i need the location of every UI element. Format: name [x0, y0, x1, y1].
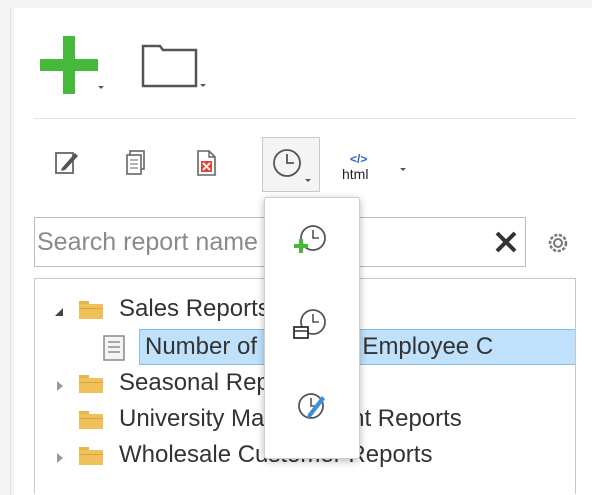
new-report-button[interactable] [40, 36, 104, 94]
delete-icon [197, 150, 216, 176]
edit-report-button[interactable] [52, 148, 82, 178]
left-edge [10, 8, 11, 495]
html-export-icon: </> [350, 152, 368, 166]
toolbar-divider [34, 118, 576, 119]
edit-schedule-icon [298, 393, 325, 419]
html-export-label: html [342, 166, 369, 182]
search-input[interactable] [37, 218, 467, 266]
chevron-down-icon [98, 86, 104, 89]
add-schedule-icon [294, 225, 326, 253]
delete-schedule-icon [293, 309, 326, 339]
folder-icon [79, 301, 103, 319]
gear-icon [548, 233, 568, 253]
expand-toggle-icon[interactable] [57, 381, 63, 391]
schedule-icon [273, 149, 311, 182]
search-settings-button[interactable] [543, 228, 573, 258]
chevron-down-icon [400, 168, 406, 171]
edit-schedule-menu-item[interactable] [287, 384, 335, 432]
edit-icon [55, 152, 78, 174]
report-icon [103, 335, 125, 361]
copy-report-button[interactable] [122, 148, 152, 178]
tree-item-label: Sales Reports [119, 295, 270, 322]
new-folder-button[interactable] [140, 40, 206, 92]
schedule-menu [264, 197, 360, 459]
add-schedule-menu-item[interactable] [287, 218, 335, 266]
folder-icon [79, 375, 103, 393]
folder-icon [79, 411, 103, 429]
copy-icon [126, 150, 145, 175]
folder-outline-icon [141, 44, 198, 88]
delete-report-button[interactable] [192, 148, 222, 178]
expand-toggle-icon[interactable] [57, 453, 63, 463]
folder-icon [79, 447, 103, 465]
schedule-button[interactable] [262, 137, 320, 192]
delete-schedule-menu-item[interactable] [287, 302, 335, 350]
clear-search-button[interactable] [491, 227, 521, 257]
chevron-down-icon [200, 84, 206, 87]
close-icon [495, 231, 517, 253]
html-export-button[interactable]: </> html [338, 152, 414, 184]
expand-toggle-icon[interactable] [55, 308, 63, 316]
